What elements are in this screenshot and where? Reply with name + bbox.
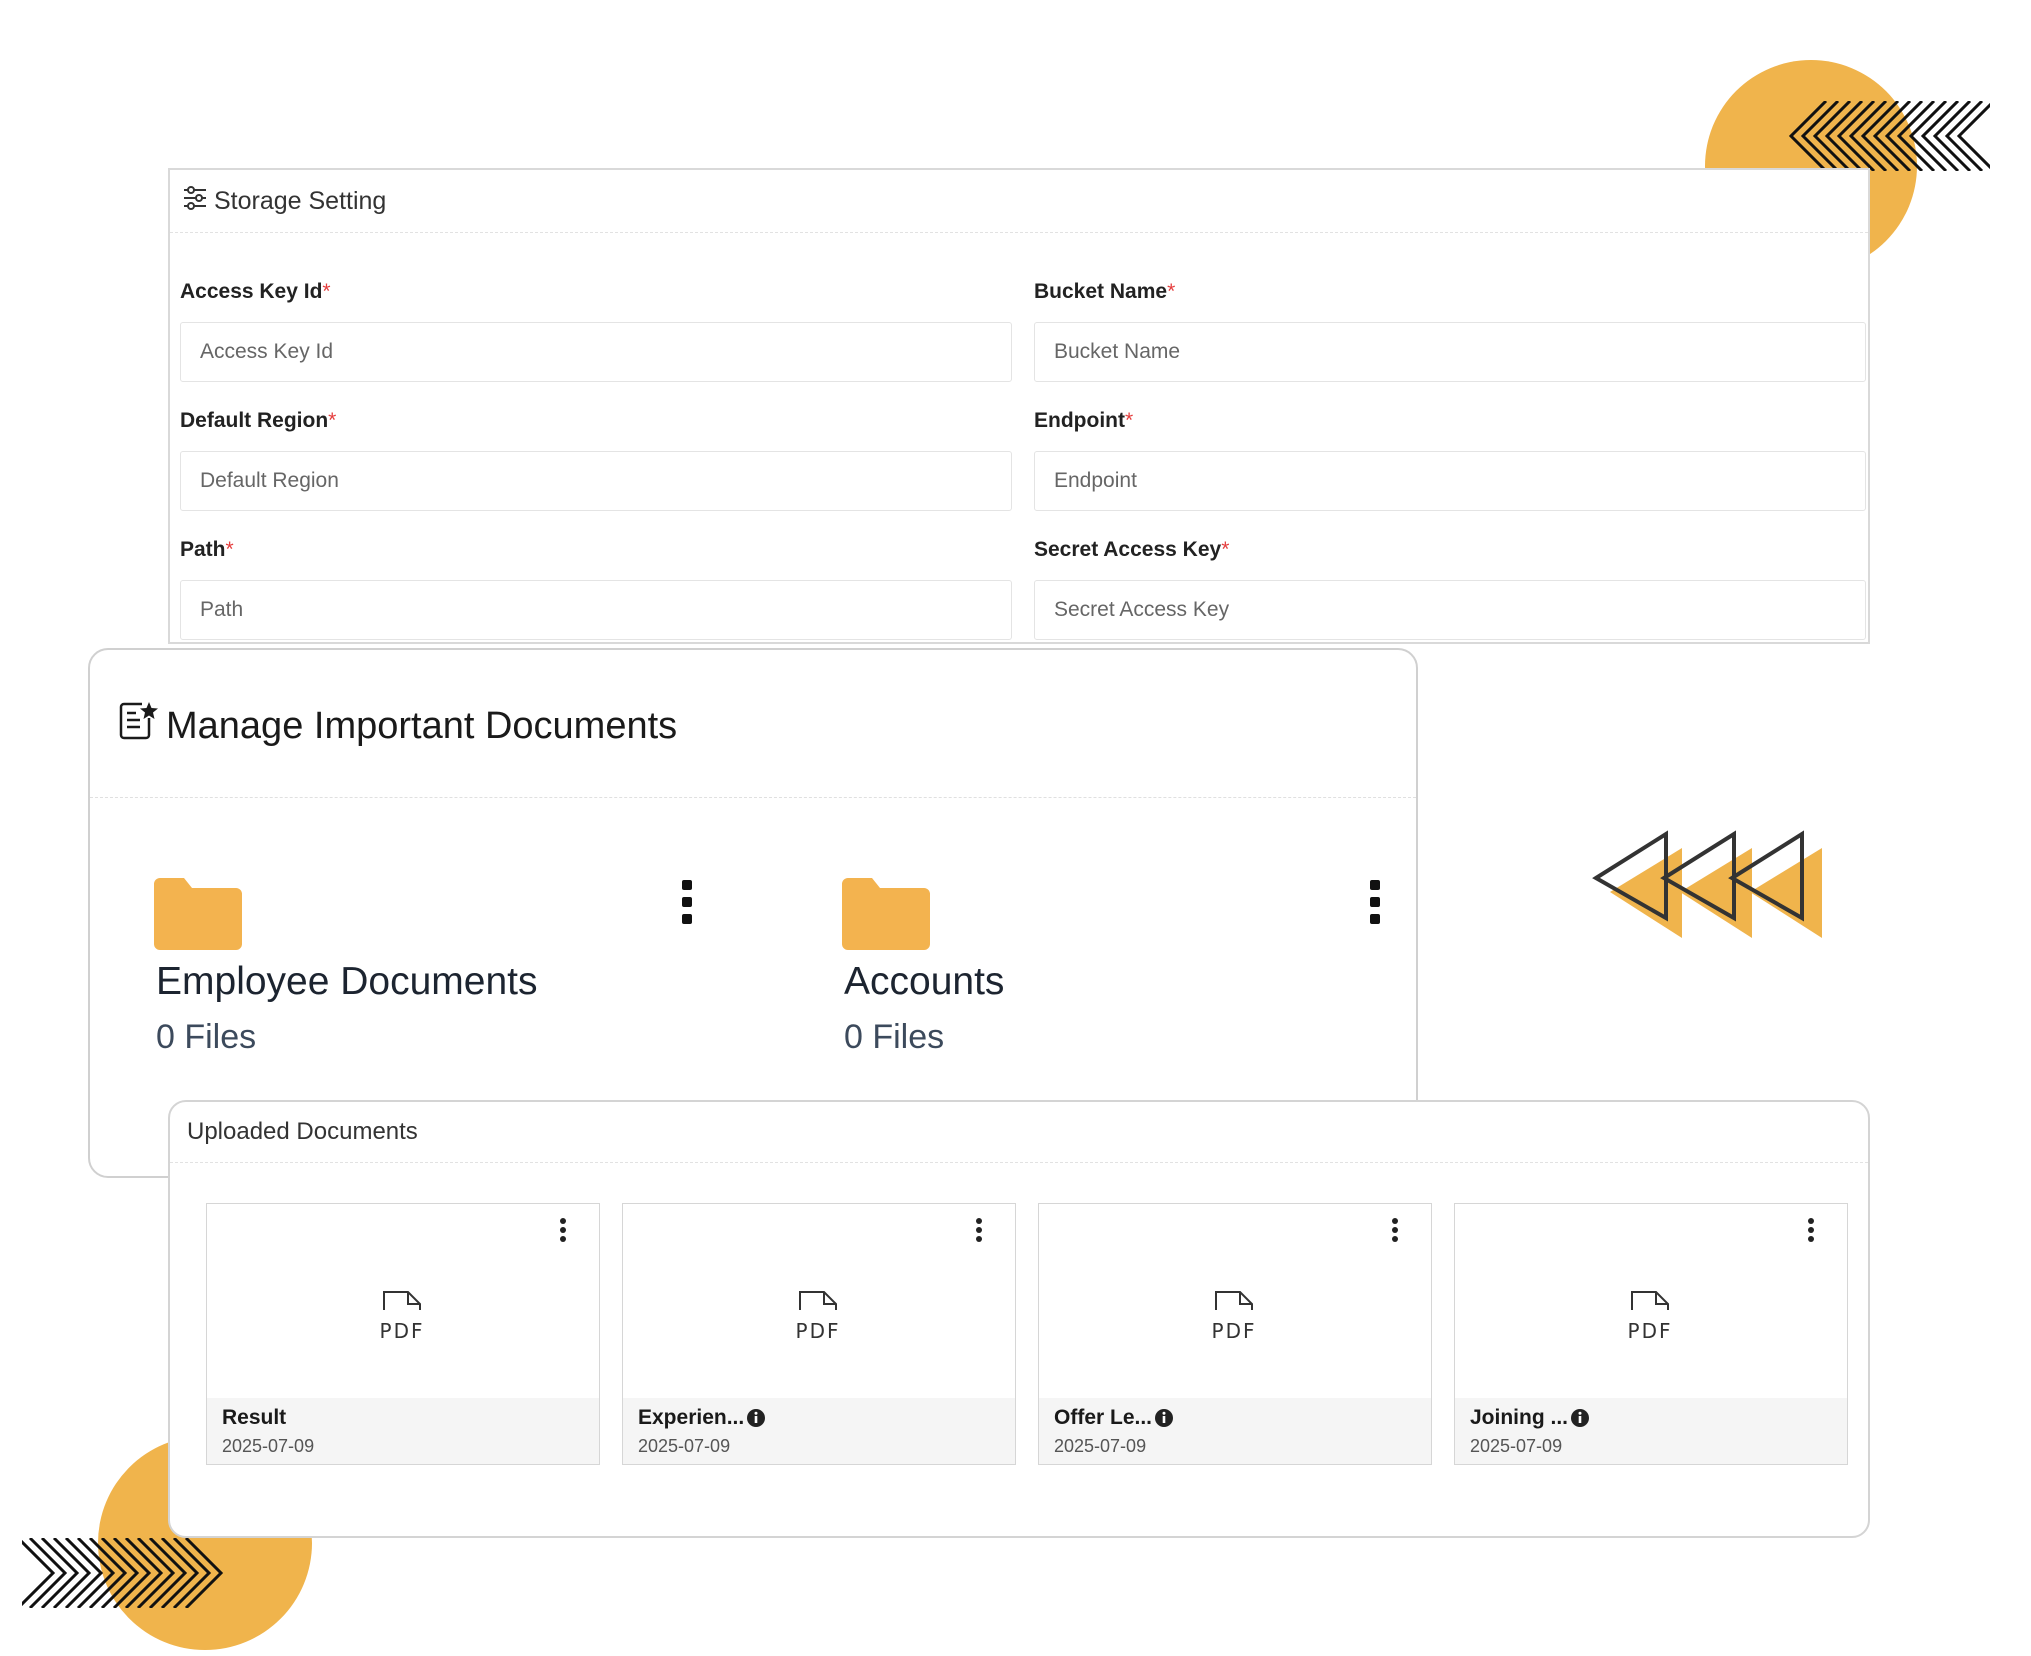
folder-file-count: 0 Files xyxy=(844,1018,945,1056)
document-card[interactable]: PDF Result 2025-07-09 xyxy=(206,1203,600,1465)
document-card[interactable]: PDF Joining ... 2025-07-09 xyxy=(1454,1203,1848,1465)
info-icon[interactable] xyxy=(1154,1408,1174,1428)
pdf-label: PDF xyxy=(1212,1319,1257,1343)
endpoint-label: Endpoint* xyxy=(1034,409,1134,432)
storage-setting-card: Storage Setting Access Key Id* Access Ke… xyxy=(168,168,1870,644)
endpoint-input[interactable]: Endpoint xyxy=(1034,451,1866,511)
decor-chevrons-top-right xyxy=(1786,101,1990,171)
folder-file-count: 0 Files xyxy=(156,1018,257,1056)
document-menu-button[interactable] xyxy=(1807,1218,1815,1242)
pdf-label: PDF xyxy=(1628,1319,1673,1343)
secret-access-key-input[interactable]: Secret Access Key xyxy=(1034,580,1866,640)
default-region-input[interactable]: Default Region xyxy=(180,451,1012,511)
decor-chevrons-bottom-left xyxy=(22,1538,226,1608)
document-name: Joining ... xyxy=(1470,1406,1590,1430)
manage-documents-card: Manage Important Documents Employee Docu… xyxy=(88,648,1418,1178)
document-footer: Offer Le... 2025-07-09 xyxy=(1039,1398,1431,1464)
info-icon[interactable] xyxy=(746,1408,766,1428)
secret-access-key-label: Secret Access Key* xyxy=(1034,538,1230,561)
document-footer: Experien... 2025-07-09 xyxy=(623,1398,1015,1464)
document-card[interactable]: PDF Experien... 2025-07-09 xyxy=(622,1203,1016,1465)
document-date: 2025-07-09 xyxy=(1470,1436,1563,1456)
folder-icon xyxy=(842,878,930,950)
decor-triangles xyxy=(1592,826,1822,942)
folder-menu-button[interactable] xyxy=(680,880,694,924)
document-menu-button[interactable] xyxy=(975,1218,983,1242)
uploaded-documents-title: Uploaded Documents xyxy=(170,1102,1868,1163)
path-input[interactable]: Path xyxy=(180,580,1012,640)
document-menu-button[interactable] xyxy=(559,1218,567,1242)
folder-menu-button[interactable] xyxy=(1368,880,1382,924)
divider xyxy=(90,797,1416,798)
document-name: Result xyxy=(222,1406,287,1429)
pdf-file-icon: PDF xyxy=(1628,1291,1673,1343)
document-footer: Joining ... 2025-07-09 xyxy=(1455,1398,1847,1464)
folder-card[interactable]: Employee Documents 0 Files xyxy=(92,830,732,1080)
sliders-icon xyxy=(182,185,214,218)
document-menu-button[interactable] xyxy=(1391,1218,1399,1242)
manage-documents-header: Manage Important Documents xyxy=(118,700,677,752)
storage-setting-title: Storage Setting xyxy=(214,186,387,215)
folder-card[interactable]: Accounts 0 Files xyxy=(780,830,1420,1080)
document-date: 2025-07-09 xyxy=(1054,1436,1147,1456)
default-region-label: Default Region* xyxy=(180,409,337,432)
folder-icon xyxy=(154,878,242,950)
pdf-file-icon: PDF xyxy=(1212,1291,1257,1343)
access-key-id-input[interactable]: Access Key Id xyxy=(180,322,1012,382)
info-icon[interactable] xyxy=(1570,1408,1590,1428)
document-card[interactable]: PDF Offer Le... 2025-07-09 xyxy=(1038,1203,1432,1465)
bucket-name-input[interactable]: Bucket Name xyxy=(1034,322,1866,382)
pdf-file-icon: PDF xyxy=(796,1291,841,1343)
uploaded-documents-card: Uploaded Documents PDF Result 2025-07-09… xyxy=(168,1100,1870,1538)
path-label: Path* xyxy=(180,538,234,561)
manage-documents-title: Manage Important Documents xyxy=(166,704,678,747)
pdf-label: PDF xyxy=(796,1319,841,1343)
pdf-file-icon: PDF xyxy=(380,1291,425,1343)
document-star-icon xyxy=(118,700,166,752)
document-name: Experien... xyxy=(638,1406,766,1430)
document-date: 2025-07-09 xyxy=(222,1436,315,1456)
access-key-id-label: Access Key Id* xyxy=(180,280,331,303)
bucket-name-label: Bucket Name* xyxy=(1034,280,1176,303)
document-footer: Result 2025-07-09 xyxy=(207,1398,599,1464)
document-date: 2025-07-09 xyxy=(638,1436,731,1456)
storage-setting-header: Storage Setting xyxy=(170,170,1868,233)
folder-name: Accounts xyxy=(844,960,1005,1003)
folder-name: Employee Documents xyxy=(156,960,538,1003)
document-name: Offer Le... xyxy=(1054,1406,1174,1430)
pdf-label: PDF xyxy=(380,1319,425,1343)
